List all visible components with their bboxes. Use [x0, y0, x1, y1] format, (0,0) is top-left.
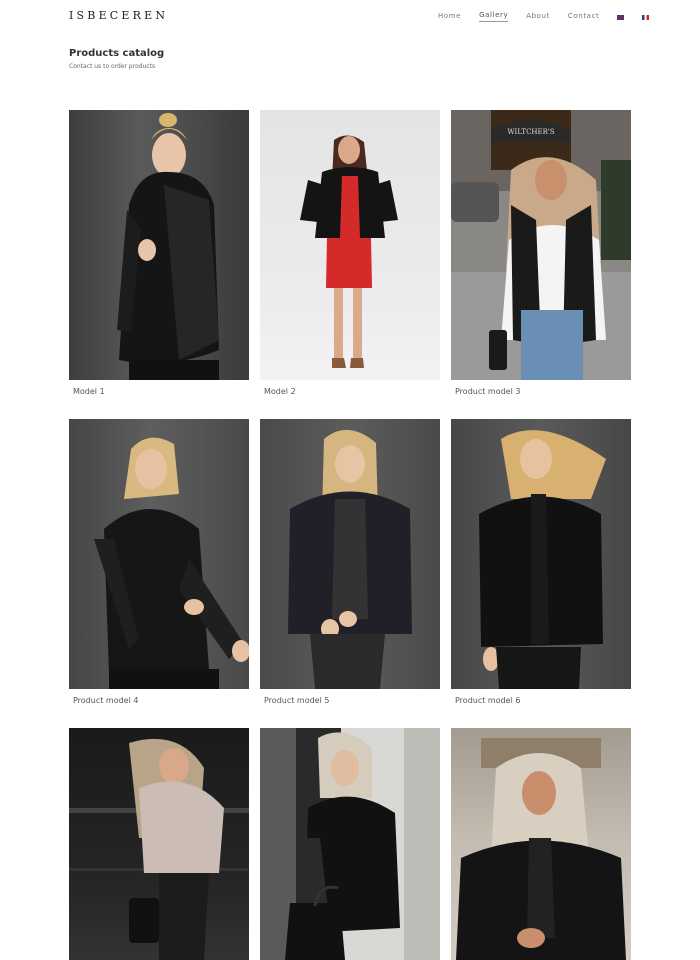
product-card-6[interactable]: Product model 6 [451, 419, 631, 705]
svg-text:WILTCHER'S: WILTCHER'S [507, 128, 554, 136]
product-card-3[interactable]: WILTCHER'S Product model 3 [451, 110, 631, 396]
product-caption[interactable]: Product model 5 [264, 696, 329, 705]
product-card-5[interactable]: Product model 5 [260, 419, 440, 705]
main-nav: Home Gallery About Contact [438, 11, 667, 22]
en-flag-icon[interactable] [617, 14, 625, 20]
page-title: Products catalog [69, 48, 165, 59]
product-photo[interactable] [69, 419, 249, 689]
product-card-8[interactable] [260, 728, 440, 960]
product-caption[interactable]: Model 2 [264, 387, 296, 396]
product-photo[interactable]: WILTCHER'S [451, 110, 631, 380]
product-photo[interactable] [69, 728, 249, 960]
product-caption[interactable]: Model 1 [73, 387, 105, 396]
product-card-4[interactable]: Product model 4 [69, 419, 249, 705]
product-photo[interactable] [260, 419, 440, 689]
product-caption[interactable]: Product model 3 [455, 387, 520, 396]
product-photo[interactable] [451, 419, 631, 689]
product-card-7[interactable] [69, 728, 249, 960]
product-caption[interactable]: Product model 6 [455, 696, 520, 705]
nav-home-link[interactable]: Home [438, 12, 461, 22]
nav-gallery-link[interactable]: Gallery [479, 11, 509, 22]
nav-about-link[interactable]: About [526, 12, 550, 22]
product-caption[interactable]: Product model 4 [73, 696, 138, 705]
product-photo[interactable] [69, 110, 249, 380]
product-card-1[interactable]: Model 1 [69, 110, 249, 396]
product-photo[interactable] [451, 728, 631, 960]
product-photo[interactable] [260, 110, 440, 380]
nav-contact-link[interactable]: Contact [568, 12, 599, 22]
product-photo[interactable] [260, 728, 440, 960]
page-subtitle: Contact us to order products [69, 63, 156, 70]
site-logo[interactable]: ISBECEREN [69, 9, 168, 22]
fr-flag-icon[interactable] [642, 14, 650, 20]
product-card-9[interactable] [451, 728, 631, 960]
product-card-2[interactable]: Model 2 [260, 110, 440, 396]
